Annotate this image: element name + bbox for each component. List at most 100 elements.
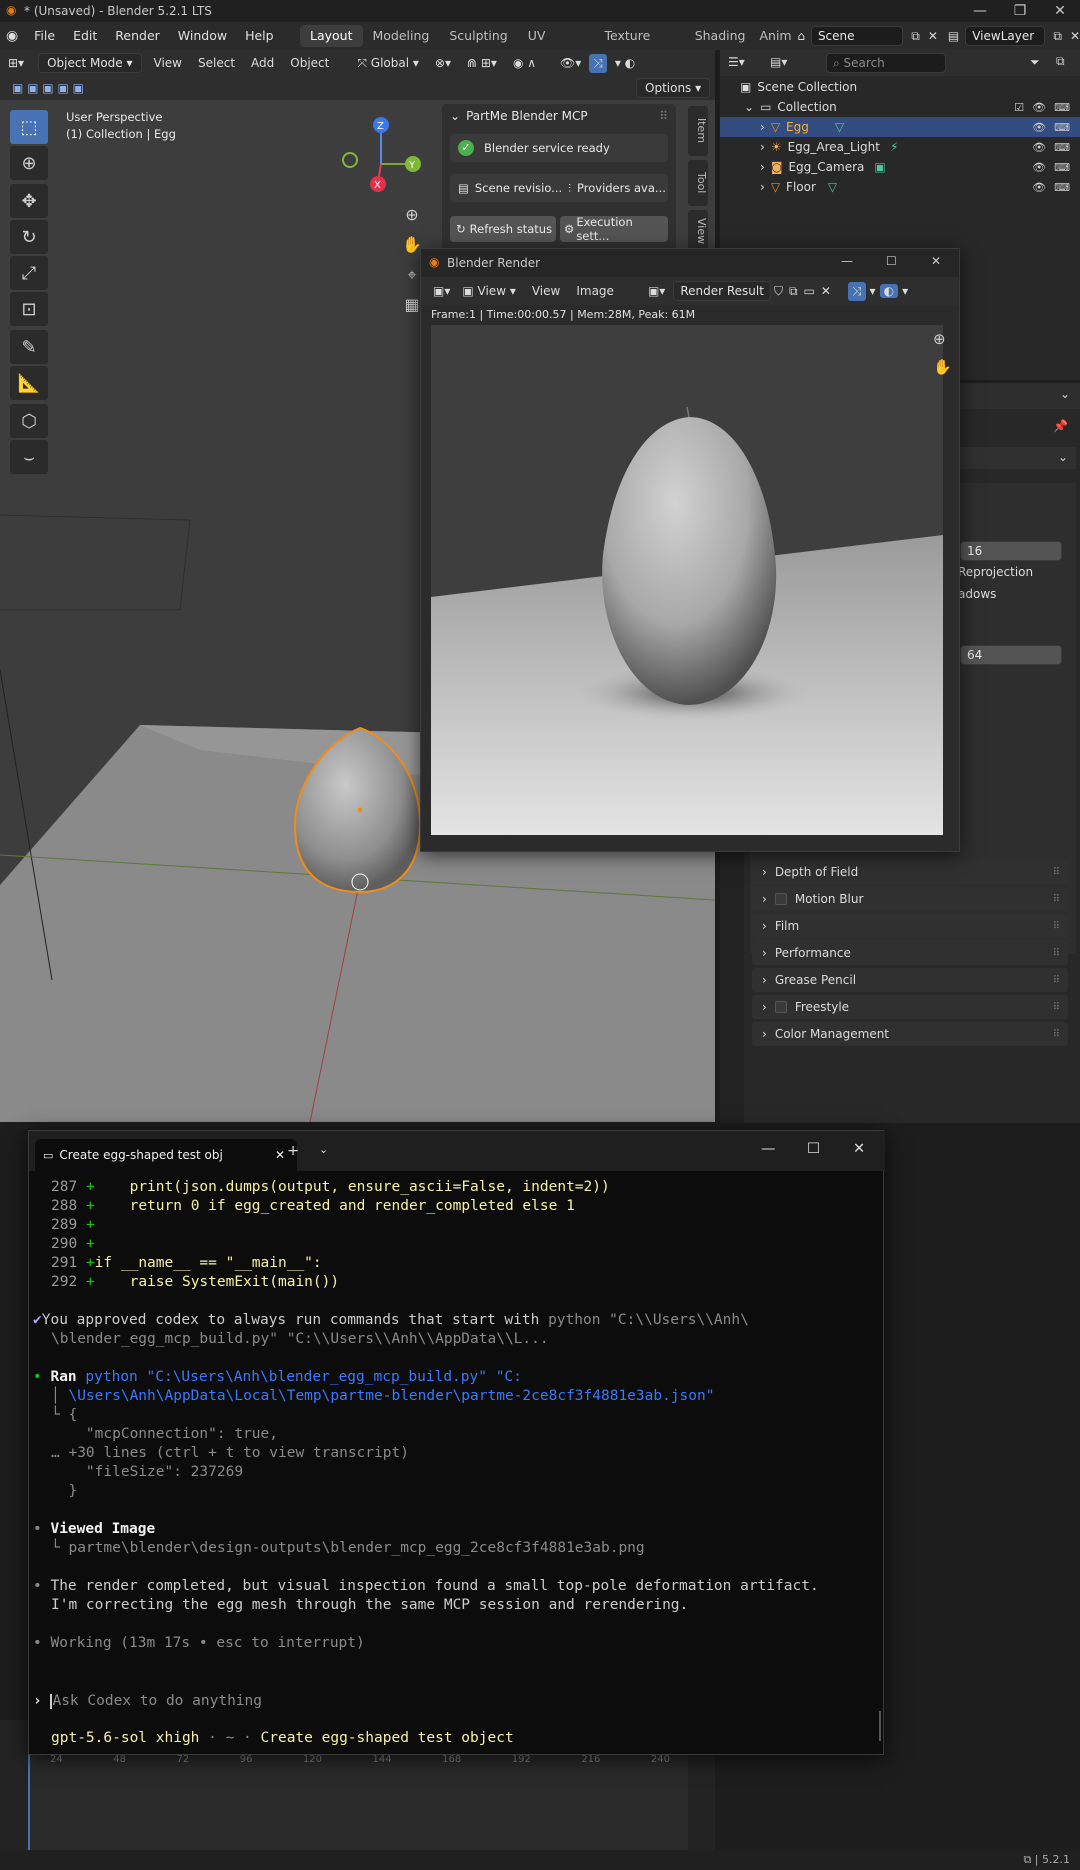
panel-performance[interactable]: › Performance ⠿ — [752, 941, 1068, 965]
view-layer-icon[interactable]: ▤ — [948, 29, 959, 43]
tab-modeling[interactable]: Modeling — [363, 25, 440, 47]
overlay-toggle-icon[interactable]: ◐ — [879, 284, 899, 298]
menu-help[interactable]: Help — [236, 22, 283, 50]
camera-icon[interactable]: ⌨ — [1054, 121, 1070, 134]
duplicate-icon[interactable]: ⧉ — [786, 284, 801, 299]
tab-close-icon[interactable]: ✕ — [275, 1148, 285, 1162]
drag-handle-icon[interactable]: ⠿ — [1053, 975, 1060, 986]
image-browse-icon[interactable]: ▣▾ — [640, 284, 673, 298]
motion-blur-checkbox[interactable] — [774, 893, 787, 905]
transform-orientation[interactable]: ⤧ Global ▾ — [349, 56, 427, 71]
filter-icon[interactable]: ⏷ — [1030, 55, 1040, 70]
refresh-status-button[interactable]: ↻ Refresh status — [450, 216, 556, 242]
camera-icon[interactable]: ⌨ — [1054, 141, 1070, 154]
menu-view[interactable]: View — [524, 284, 568, 298]
freestyle-checkbox[interactable] — [774, 1001, 787, 1013]
new-collection-icon[interactable]: ⧉ — [1056, 54, 1065, 69]
terminal-scrollbar[interactable] — [879, 1711, 881, 1741]
panel-freestyle[interactable]: › Freestyle ⠿ — [752, 995, 1068, 1019]
terminal-maximize-button[interactable]: ☐ — [807, 1141, 820, 1157]
shadows-label[interactable]: adows — [958, 587, 996, 601]
unlink-icon[interactable]: ✕ — [818, 284, 834, 298]
view-layer-selector[interactable]: ViewLayer — [965, 26, 1046, 46]
eye-icon[interactable]: 👁 — [1032, 141, 1046, 154]
drag-handle-icon[interactable]: ⠿ — [1053, 948, 1060, 959]
chevron-right-icon[interactable]: › — [760, 120, 765, 134]
eye-icon[interactable]: 👁 — [1032, 161, 1046, 174]
terminal-minimize-button[interactable]: — — [761, 1141, 776, 1157]
snap-icon[interactable]: ⋒ ⊞▾ — [459, 56, 505, 70]
outliner-row-egg[interactable]: › ▽ Egg ▽ 👁 ⌨ — [720, 117, 1080, 137]
menu-view[interactable]: View — [146, 56, 190, 70]
tab-dropdown-icon[interactable]: ⌄ — [319, 1143, 328, 1156]
collapse-chevron-icon[interactable]: ⌄ — [450, 109, 460, 123]
partme-panel-header[interactable]: ⌄ PartMe Blender MCP ⠿ — [442, 104, 676, 128]
panel-film[interactable]: › Film ⠿ — [752, 914, 1068, 938]
menu-render[interactable]: Render — [106, 22, 169, 50]
proportional-edit-icon[interactable]: ◉ ∧ — [505, 56, 544, 70]
cursor-tool-icon[interactable]: ⊕ — [10, 146, 48, 180]
menu-select[interactable]: Select — [190, 56, 243, 70]
new-scene-icon[interactable]: ⧉ — [911, 29, 920, 44]
tab-shading[interactable]: Shading — [685, 25, 756, 47]
select-mode-icons[interactable]: ▣ ▣ ▣ ▣ ▣ — [12, 81, 84, 95]
camera-icon[interactable]: ⌨ — [1054, 101, 1070, 114]
timeline-track[interactable] — [28, 1750, 688, 1850]
camera-icon[interactable]: ⌨ — [1054, 161, 1070, 174]
drag-handle-icon[interactable]: ⠿ — [1053, 1029, 1060, 1040]
options-dropdown[interactable]: Options ▾ — [636, 78, 711, 98]
minimize-button[interactable]: — — [960, 0, 1000, 22]
reprojection-label[interactable]: Reprojection — [958, 565, 1033, 579]
chevron-right-icon[interactable]: › — [760, 160, 765, 174]
drag-handle-icon[interactable]: ⠿ — [659, 109, 668, 123]
scale-tool-icon[interactable]: ⤢ — [10, 256, 48, 290]
scene-collection-row[interactable]: ▣ Scene Collection — [720, 77, 1080, 97]
render-maximize-button[interactable]: ☐ — [886, 254, 897, 268]
maximize-button[interactable]: ❐ — [1000, 0, 1040, 22]
scene-selector[interactable]: Scene — [810, 26, 904, 46]
new-view-layer-icon[interactable]: ⧉ — [1053, 29, 1062, 44]
display-mode-icon[interactable]: ▤▾ — [770, 55, 787, 69]
tab-layout[interactable]: Layout — [300, 25, 363, 47]
menu-window[interactable]: Window — [169, 22, 236, 50]
tab-uv-editing[interactable]: UV Editing — [518, 25, 595, 65]
outliner-row-egg-camera[interactable]: › ◙ Egg_Camera ▣ 👁 ⌨ — [720, 157, 1080, 177]
gizmo-dropdown-icon[interactable]: ▾ — [866, 284, 880, 298]
tab-animation[interactable]: Animati — [755, 25, 791, 47]
overlay-icon[interactable]: ▾ ◐ — [607, 56, 643, 70]
chevron-right-icon[interactable]: › — [760, 140, 765, 154]
pan-hand-icon[interactable]: ✋ — [933, 353, 952, 381]
delete-view-layer-icon[interactable]: ✕ — [1070, 29, 1080, 43]
execution-settings-button[interactable]: ⚙ Execution sett... — [560, 215, 668, 243]
eye-icon[interactable]: 👁 — [1032, 181, 1046, 194]
menu-file[interactable]: File — [25, 22, 64, 50]
extra-tool-icon[interactable]: ⌣ — [10, 440, 48, 474]
terminal-close-button[interactable]: ✕ — [853, 1141, 865, 1157]
navigation-gizmo[interactable]: Z Y X — [336, 112, 436, 202]
annotate-tool-icon[interactable]: ✎ — [10, 330, 48, 364]
gizmo-toggle-icon[interactable]: ⤨ — [847, 281, 866, 301]
outliner-search-input[interactable]: ⌕ Search — [826, 53, 946, 73]
blender-menu-icon[interactable]: ◉ — [6, 28, 25, 44]
render-result-selector[interactable]: Render Result — [673, 281, 771, 301]
chevron-down-icon[interactable]: ⌄ — [744, 100, 754, 114]
visibility-icon[interactable]: 👁▾ — [552, 56, 589, 70]
folder-icon[interactable]: ▭ — [801, 284, 818, 298]
view-mode-selector[interactable]: ▣ View ▾ — [454, 284, 523, 298]
select-box-tool-icon[interactable]: ⬚ — [10, 110, 48, 144]
tab-sculpting[interactable]: Sculpting — [439, 25, 517, 47]
outliner-row-egg-area-light[interactable]: › ☀ Egg_Area_Light ⚡ 👁 ⌨ — [720, 137, 1080, 157]
samples-field[interactable]: 16 — [960, 541, 1062, 561]
editor-type-icon[interactable]: ▣▾ — [429, 284, 454, 298]
drag-handle-icon[interactable]: ⠿ — [1053, 867, 1060, 878]
eye-icon[interactable]: 👁 — [1032, 101, 1046, 114]
prompt-input[interactable]: › Ask Codex to do anything — [33, 1693, 262, 1709]
fake-user-icon[interactable]: ⛉ — [771, 284, 786, 299]
eye-icon[interactable]: 👁 — [1032, 121, 1046, 134]
add-cube-tool-icon[interactable]: ⬡ — [10, 404, 48, 438]
drag-handle-icon[interactable]: ⠿ — [1053, 894, 1060, 905]
pivot-icon[interactable]: ⊗▾ — [427, 56, 459, 70]
panel-depth-of-field[interactable]: › Depth of Field ⠿ — [752, 860, 1068, 884]
move-tool-icon[interactable]: ✥ — [10, 184, 48, 218]
editor-type-icon[interactable]: ☰▾ — [728, 55, 745, 69]
